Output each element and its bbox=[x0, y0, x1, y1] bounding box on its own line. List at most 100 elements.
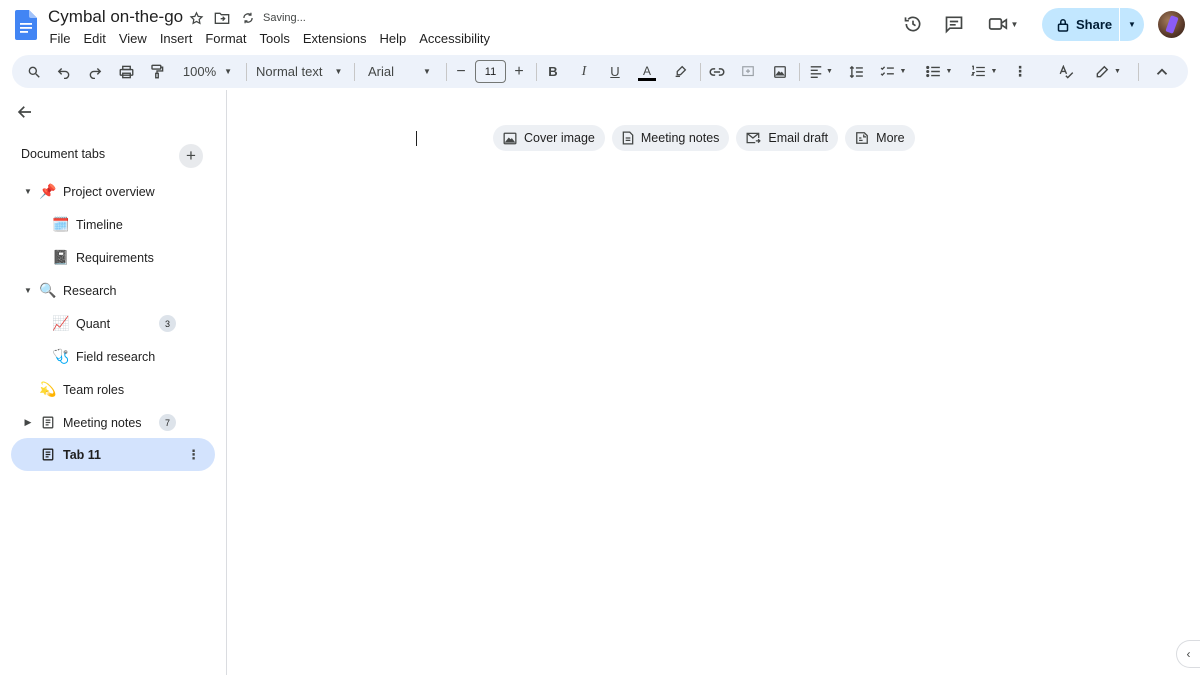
zoom-select[interactable]: 100% ▼ bbox=[180, 55, 235, 88]
line-spacing-icon[interactable] bbox=[846, 55, 866, 88]
insert-link-icon[interactable] bbox=[707, 55, 727, 88]
numbered-list-icon[interactable]: ▼ bbox=[967, 55, 1001, 88]
more-options-icon[interactable]: ⋮ bbox=[1012, 55, 1028, 88]
tab-team-roles[interactable]: 💫 Team roles bbox=[11, 373, 215, 406]
tab-research[interactable]: ▼ 🔍 Research bbox=[11, 274, 215, 307]
meet-call-icon[interactable]: ▼ bbox=[986, 13, 1020, 35]
email-draft-chip[interactable]: Email draft bbox=[736, 125, 839, 151]
bold-icon[interactable]: B bbox=[544, 55, 562, 88]
highlight-icon[interactable] bbox=[670, 55, 690, 88]
stethoscope-icon: 🩺 bbox=[52, 348, 70, 364]
spelling-grammar-icon[interactable] bbox=[1056, 55, 1076, 88]
avatar[interactable] bbox=[1158, 11, 1185, 38]
tab-label: Research bbox=[63, 283, 117, 298]
document-title[interactable]: Cymbal on-the-go bbox=[48, 7, 183, 27]
tab-label: Project overview bbox=[63, 184, 155, 199]
tab-meeting-notes[interactable]: ▶ Meeting notes 7 bbox=[11, 406, 215, 439]
italic-icon[interactable]: I bbox=[575, 55, 593, 88]
tab-quant[interactable]: 📈 Quant 3 bbox=[11, 307, 215, 340]
menu-insert[interactable]: Insert bbox=[153, 29, 199, 48]
version-history-icon[interactable] bbox=[902, 13, 924, 35]
menu-accessibility[interactable]: Accessibility bbox=[413, 29, 497, 48]
meeting-notes-chip[interactable]: Meeting notes bbox=[611, 125, 730, 151]
underline-icon[interactable]: U bbox=[606, 55, 624, 88]
chevron-down-icon: ▼ bbox=[899, 68, 907, 75]
menu-file[interactable]: File bbox=[43, 29, 77, 48]
share-dropdown[interactable]: ▼ bbox=[1120, 8, 1144, 41]
chevron-down-icon: ▼ bbox=[945, 68, 953, 75]
expanded-caret-icon[interactable]: ▼ bbox=[23, 286, 33, 295]
increase-font-size-icon[interactable]: + bbox=[511, 55, 527, 88]
undo-icon[interactable] bbox=[54, 55, 74, 88]
checklist-icon[interactable]: ▼ bbox=[876, 55, 910, 88]
add-comment-icon[interactable] bbox=[738, 55, 758, 88]
comments-icon[interactable] bbox=[943, 13, 965, 35]
collapse-menus-icon[interactable] bbox=[1153, 55, 1171, 88]
chevron-down-icon: ▼ bbox=[1114, 68, 1121, 75]
text-cursor bbox=[416, 131, 417, 146]
decrease-font-size-icon[interactable]: − bbox=[453, 55, 469, 88]
document-icon bbox=[39, 414, 57, 432]
dizzy-icon: 💫 bbox=[39, 381, 57, 397]
back-arrow-icon[interactable] bbox=[16, 103, 36, 123]
font-family-value: Arial bbox=[368, 64, 395, 79]
notebook-icon: 📓 bbox=[52, 249, 70, 265]
title-bar: Cymbal on-the-go Saving... File Edit Vie… bbox=[0, 0, 1200, 52]
toolbar-divider bbox=[536, 63, 537, 81]
menu-format[interactable]: Format bbox=[199, 29, 253, 48]
more-chip[interactable]: More bbox=[845, 125, 915, 151]
formatting-toolbar: 100% ▼ Normal text ▼ Arial ▼ − 11 + B I … bbox=[12, 55, 1188, 88]
tab-label: Quant bbox=[76, 316, 111, 331]
plus-icon: + bbox=[186, 146, 196, 165]
bulleted-list-icon[interactable]: ▼ bbox=[922, 55, 956, 88]
search-menus-icon[interactable] bbox=[24, 55, 44, 88]
menu-help[interactable]: Help bbox=[373, 29, 413, 48]
font-size-input[interactable]: 11 bbox=[475, 60, 506, 83]
chip-label: Email draft bbox=[768, 131, 829, 145]
chip-label: Cover image bbox=[524, 131, 595, 145]
expanded-caret-icon[interactable]: ▼ bbox=[23, 187, 33, 196]
tab-project-overview[interactable]: ▼ 📌 Project overview bbox=[11, 175, 215, 208]
image-icon bbox=[503, 132, 517, 144]
menu-edit[interactable]: Edit bbox=[77, 29, 112, 48]
chevron-down-icon: ▼ bbox=[1010, 19, 1019, 29]
lock-icon bbox=[1057, 18, 1069, 32]
paint-format-icon[interactable] bbox=[147, 55, 167, 88]
insert-image-icon[interactable] bbox=[770, 55, 790, 88]
editing-mode-icon[interactable]: ▼ bbox=[1092, 55, 1124, 88]
document-canvas[interactable]: Cover image Meeting notes Email draft Mo… bbox=[228, 90, 1200, 675]
tab-tab-11[interactable]: Tab 11 ⋮ bbox=[11, 438, 215, 471]
star-icon[interactable] bbox=[187, 9, 205, 27]
tab-timeline[interactable]: 🗓️ Timeline bbox=[11, 208, 215, 241]
paragraph-style-select[interactable]: Normal text ▼ bbox=[256, 55, 346, 88]
comment-count-badge: 7 bbox=[159, 414, 176, 431]
tab-requirements[interactable]: 📓 Requirements bbox=[11, 241, 215, 274]
align-icon[interactable]: ▼ bbox=[807, 55, 835, 88]
move-folder-icon[interactable] bbox=[213, 9, 231, 27]
print-icon[interactable] bbox=[116, 55, 136, 88]
font-family-select[interactable]: Arial ▼ bbox=[368, 55, 436, 88]
cover-image-chip[interactable]: Cover image bbox=[493, 125, 605, 151]
tab-options-icon[interactable]: ⋮ bbox=[187, 447, 200, 463]
email-icon bbox=[746, 132, 762, 144]
docs-logo-icon[interactable] bbox=[15, 10, 37, 40]
share-main-button[interactable]: Share bbox=[1042, 8, 1120, 41]
chevron-down-icon: ▼ bbox=[990, 68, 998, 75]
tab-field-research[interactable]: 🩺 Field research bbox=[11, 340, 215, 373]
text-color-icon[interactable]: A bbox=[637, 55, 657, 88]
collapsed-caret-icon[interactable]: ▶ bbox=[23, 417, 33, 428]
menu-extensions[interactable]: Extensions bbox=[296, 29, 373, 48]
add-tab-button[interactable]: + bbox=[179, 144, 203, 168]
header-actions: ▼ Share ▼ bbox=[880, 6, 1200, 42]
menu-tools[interactable]: Tools bbox=[253, 29, 296, 48]
side-panel-toggle[interactable]: ‹ bbox=[1176, 640, 1200, 668]
redo-icon[interactable] bbox=[85, 55, 105, 88]
document-icon bbox=[39, 446, 57, 464]
toolbar-divider bbox=[446, 63, 447, 81]
save-status: Saving... bbox=[263, 12, 306, 24]
menu-view[interactable]: View bbox=[112, 29, 153, 48]
magnifier-icon: 🔍 bbox=[39, 282, 57, 298]
share-button[interactable]: Share ▼ bbox=[1042, 8, 1144, 41]
chip-label: More bbox=[876, 131, 905, 145]
chevron-down-icon: ▼ bbox=[423, 67, 431, 76]
